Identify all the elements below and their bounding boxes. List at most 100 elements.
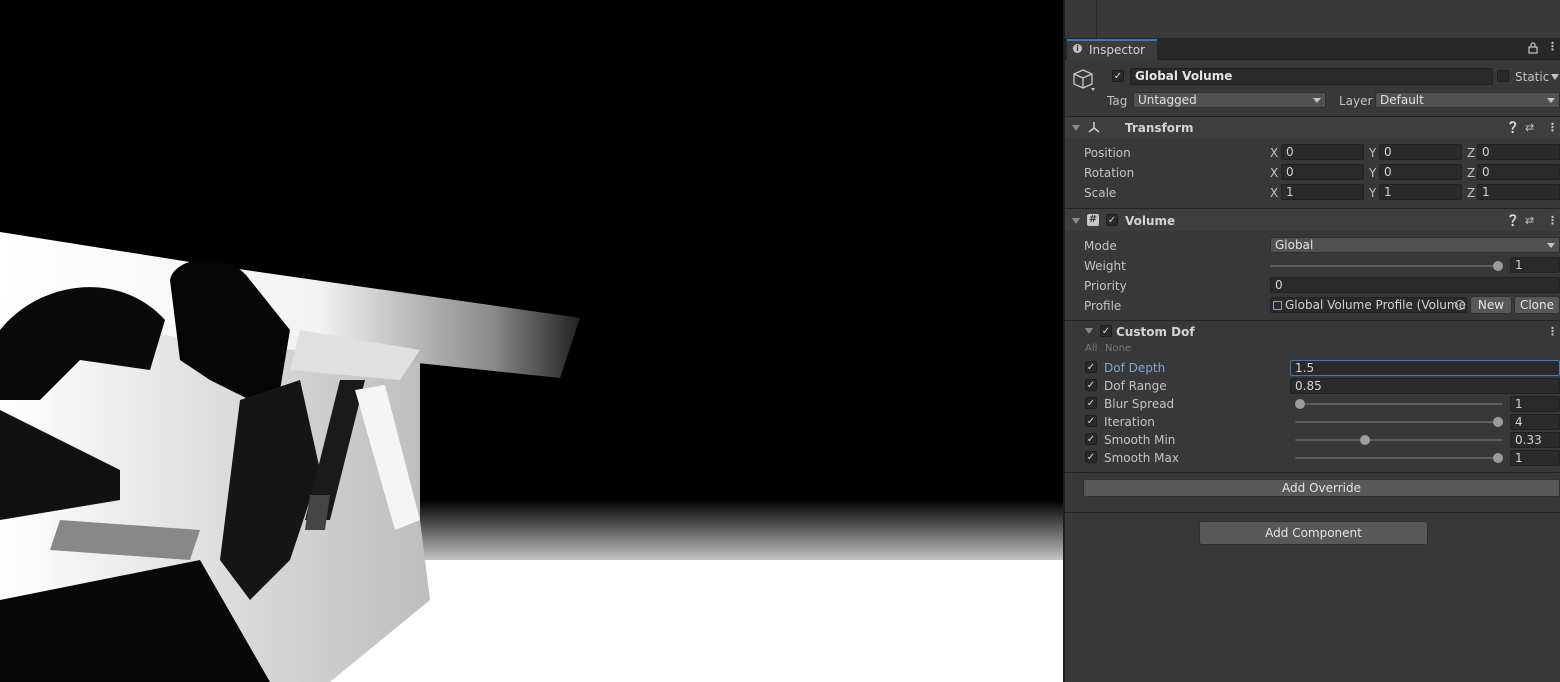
foldout-arrow-icon[interactable]	[1072, 218, 1080, 224]
top-strip	[1065, 0, 1560, 39]
axis-z-label[interactable]: Z	[1467, 186, 1475, 200]
active-checkbox[interactable]: ✓	[1112, 70, 1124, 82]
script-icon: #	[1087, 214, 1099, 226]
all-toggle[interactable]: All	[1085, 342, 1097, 356]
volume-enabled-checkbox[interactable]: ✓	[1106, 214, 1118, 226]
position-z-field[interactable]: 0	[1477, 144, 1560, 160]
static-checkbox[interactable]: ✓	[1497, 70, 1509, 82]
param-value-field[interactable]: 4	[1510, 414, 1560, 430]
override-checkbox[interactable]: ✓	[1085, 433, 1097, 445]
add-override-button[interactable]: Add Override	[1083, 479, 1560, 497]
rotation-y-field[interactable]: 0	[1379, 164, 1462, 180]
axis-x-label[interactable]: X	[1270, 146, 1278, 160]
tag-dropdown[interactable]: Untagged	[1133, 92, 1326, 108]
preset-icon[interactable]: ⇄	[1525, 122, 1534, 134]
param-slider-thumb[interactable]	[1493, 417, 1503, 427]
axis-x-label[interactable]: X	[1270, 186, 1278, 200]
position-y-field[interactable]: 0	[1379, 144, 1462, 160]
inspector-tabbar: i Inspector ⋮	[1065, 39, 1560, 60]
scene-view[interactable]	[0, 0, 1063, 682]
kebab-icon[interactable]: ⋮	[1547, 122, 1558, 134]
priority-label: Priority	[1084, 279, 1127, 293]
axis-x-label[interactable]: X	[1270, 166, 1278, 180]
scale-label: Scale	[1084, 186, 1117, 200]
weight-label: Weight	[1084, 259, 1126, 273]
info-icon: i	[1073, 44, 1082, 53]
chevron-down-icon[interactable]	[1551, 74, 1559, 80]
tab-label: Inspector	[1089, 43, 1145, 57]
param-slider-track[interactable]	[1295, 403, 1503, 405]
param-slider-track[interactable]	[1295, 457, 1503, 459]
scale-x-field[interactable]: 1	[1281, 184, 1364, 200]
param-label: Smooth Max	[1104, 451, 1179, 465]
param-slider-thumb[interactable]	[1493, 453, 1503, 463]
transform-icon	[1087, 121, 1101, 136]
axis-y-label[interactable]: Y	[1369, 146, 1376, 160]
param-value-field[interactable]: 0.33	[1510, 432, 1560, 448]
rotation-label: Rotation	[1084, 166, 1135, 180]
override-checkbox[interactable]: ✓	[1085, 451, 1097, 463]
custom-dof-enabled-checkbox[interactable]: ✓	[1100, 325, 1112, 337]
foldout-arrow-icon[interactable]	[1072, 125, 1080, 131]
param-label: Blur Spread	[1104, 397, 1175, 411]
foldout-arrow-icon[interactable]	[1085, 328, 1093, 334]
add-component-button[interactable]: Add Component	[1199, 521, 1428, 545]
override-checkbox[interactable]: ✓	[1085, 415, 1097, 427]
inspector-panel: i Inspector ⋮ ✓ Global Volume ✓ Static T…	[1065, 0, 1560, 682]
param-slider-thumb[interactable]	[1295, 399, 1305, 409]
priority-field[interactable]: 0	[1270, 277, 1560, 293]
scale-z-field[interactable]: 1	[1477, 184, 1560, 200]
mode-dropdown[interactable]: Global	[1270, 237, 1560, 253]
clone-button[interactable]: Clone	[1514, 296, 1560, 314]
axis-z-label[interactable]: Z	[1467, 166, 1475, 180]
param-value-field[interactable]: 1.5	[1290, 360, 1560, 376]
rotation-x-field[interactable]: 0	[1281, 164, 1364, 180]
param-label: Dof Depth	[1104, 361, 1166, 375]
tab-inspector[interactable]: i Inspector	[1067, 39, 1157, 60]
param-slider-thumb[interactable]	[1360, 435, 1371, 445]
object-name-field[interactable]: Global Volume	[1130, 68, 1493, 85]
menu-icon[interactable]: ⋮	[1547, 41, 1558, 53]
profile-field[interactable]: Global Volume Profile (Volume	[1270, 297, 1467, 313]
preset-icon[interactable]: ⇄	[1525, 215, 1534, 227]
param-label: Iteration	[1104, 415, 1155, 429]
object-picker-icon[interactable]	[1455, 300, 1465, 310]
kebab-icon[interactable]: ⋮	[1547, 215, 1558, 227]
position-x-field[interactable]: 0	[1281, 144, 1364, 160]
new-button[interactable]: New	[1470, 296, 1512, 314]
help-icon[interactable]: ❔	[1506, 215, 1520, 227]
param-slider-track[interactable]	[1295, 421, 1503, 423]
profile-asset-icon	[1273, 301, 1282, 310]
axis-y-label[interactable]: Y	[1369, 186, 1376, 200]
profile-value: Global Volume Profile (Volume	[1285, 298, 1466, 312]
param-value-field[interactable]: 0.85	[1290, 378, 1560, 394]
mode-label: Mode	[1084, 239, 1117, 253]
scale-y-field[interactable]: 1	[1379, 184, 1462, 200]
param-label: Smooth Min	[1104, 433, 1176, 447]
volume-title: Volume	[1125, 214, 1176, 228]
override-checkbox[interactable]: ✓	[1085, 397, 1097, 409]
override-checkbox[interactable]: ✓	[1085, 361, 1097, 373]
transform-title: Transform	[1125, 121, 1194, 135]
weight-slider-thumb[interactable]	[1493, 261, 1503, 271]
override-checkbox[interactable]: ✓	[1085, 379, 1097, 391]
weight-slider-track[interactable]	[1270, 265, 1503, 267]
weight-field[interactable]: 1	[1510, 257, 1560, 273]
profile-label: Profile	[1084, 299, 1122, 313]
axis-y-label[interactable]: Y	[1369, 166, 1376, 180]
cube-icon[interactable]	[1072, 68, 1098, 97]
param-label: Dof Range	[1104, 379, 1167, 393]
axis-z-label[interactable]: Z	[1467, 146, 1475, 160]
help-icon[interactable]: ❔	[1506, 122, 1520, 134]
none-toggle[interactable]: None	[1105, 342, 1131, 356]
param-value-field[interactable]: 1	[1510, 450, 1560, 466]
kebab-icon[interactable]: ⋮	[1547, 326, 1558, 338]
tag-label: Tag	[1107, 94, 1128, 108]
lock-icon[interactable]	[1528, 42, 1538, 57]
layer-dropdown[interactable]: Default	[1375, 92, 1560, 108]
layer-label: Layer	[1339, 94, 1373, 108]
param-value-field[interactable]: 1	[1510, 396, 1560, 412]
param-slider-track[interactable]	[1295, 439, 1503, 441]
rotation-z-field[interactable]: 0	[1477, 164, 1560, 180]
static-label: Static	[1515, 70, 1550, 84]
